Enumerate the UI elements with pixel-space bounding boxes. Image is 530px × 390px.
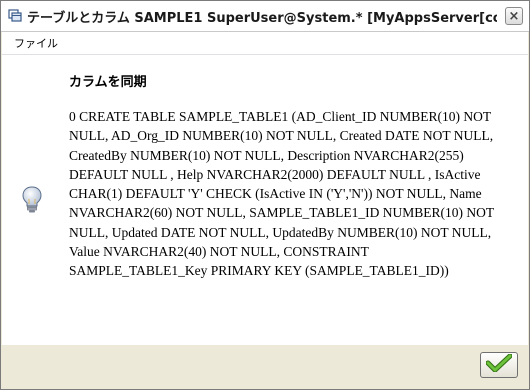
window-title: テーブルとカラム SAMPLE1 SuperUser@System.* [MyA… — [27, 10, 497, 26]
message-line: CreatedBy NUMBER(10) NOT NULL, Descripti… — [69, 147, 464, 163]
ok-button[interactable] — [480, 352, 518, 378]
sql-message: 0 CREATE TABLE SAMPLE_TABLE1 (AD_Client_… — [69, 107, 509, 281]
lightbulb-icon — [20, 185, 44, 215]
message-line: SAMPLE_TABLE1_Key PRIMARY KEY (SAMPLE_TA… — [69, 263, 449, 279]
title-bar[interactable]: テーブルとカラム SAMPLE1 SuperUser@System.* [MyA… — [1, 1, 529, 32]
message-line: DEFAULT NULL , Help NVARCHAR2(2000) DEFA… — [69, 166, 481, 182]
dialog-heading: カラムを同期 — [69, 75, 147, 90]
dialog-content: カラムを同期 0 CREATE TABLE SAMPLE_TABLE1 (AD_… — [2, 55, 528, 345]
message-line: 0 CREATE TABLE SAMPLE_TABLE1 (AD_Client_… — [69, 109, 492, 124]
message-line: Value NVARCHAR2(40) NOT NULL, CONSTRAINT — [69, 244, 369, 260]
close-button[interactable]: × — [505, 7, 523, 25]
window-icon — [7, 8, 23, 24]
button-bar — [2, 345, 528, 388]
message-line: NVARCHAR2(60) NOT NULL, SAMPLE_TABLE1_ID… — [69, 205, 495, 221]
dialog-window: テーブルとカラム SAMPLE1 SuperUser@System.* [MyA… — [0, 0, 530, 390]
message-line: CHAR(1) DEFAULT 'Y' CHECK (IsActive IN (… — [69, 186, 482, 202]
checkmark-icon — [485, 353, 513, 376]
menu-bar: ファイル — [2, 32, 528, 55]
menu-item-file[interactable]: ファイル — [8, 33, 64, 53]
message-line: NULL, AD_Org_ID NUMBER(10) NOT NULL, Cre… — [69, 128, 494, 144]
message-line: NULL, Updated DATE NOT NULL, UpdatedBy N… — [69, 224, 492, 240]
